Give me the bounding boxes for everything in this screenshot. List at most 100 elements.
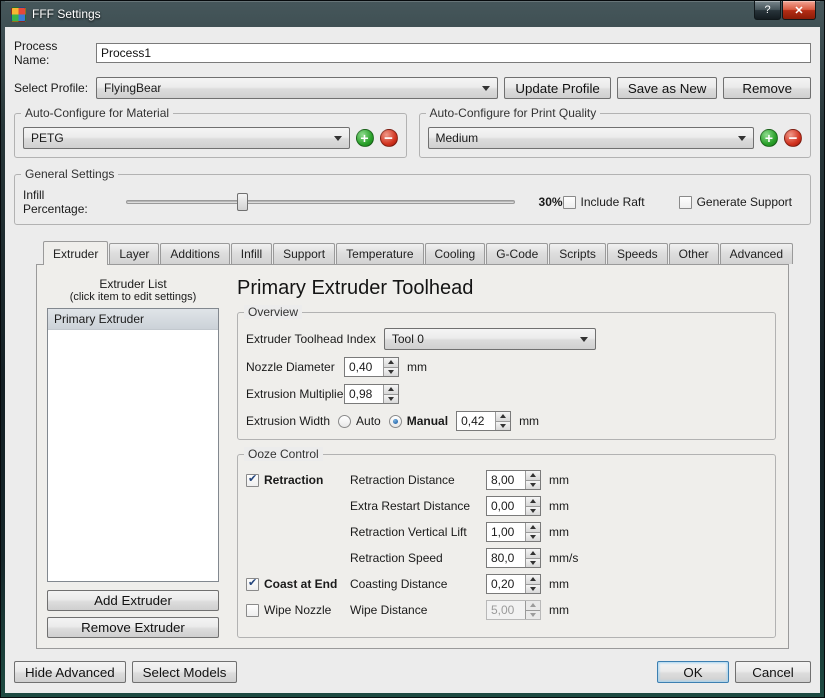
generate-support-checkbox[interactable]: Generate Support: [679, 195, 792, 209]
ooze-control-group: Ooze Control ✔ Retraction Retraction Dis…: [237, 454, 776, 638]
add-material-button[interactable]: +: [356, 129, 374, 147]
extruder-list-column: Extruder List (click item to edit settin…: [47, 277, 219, 638]
close-button[interactable]: ✕: [782, 1, 816, 20]
plus-icon: +: [360, 131, 368, 145]
spin-down-button: [526, 610, 540, 620]
tab-advanced[interactable]: Advanced: [720, 243, 793, 264]
tab-additions[interactable]: Additions: [160, 243, 229, 264]
wipe-nozzle-checkbox[interactable]: Wipe Nozzle: [246, 603, 350, 617]
spin-down-button[interactable]: [384, 367, 398, 377]
coasting-distance-label: Coasting Distance: [350, 577, 486, 591]
tab-cooling[interactable]: Cooling: [425, 243, 486, 264]
retraction-distance-spinbox[interactable]: 8,00: [486, 470, 541, 490]
coast-at-end-checkbox[interactable]: ✔ Coast at End: [246, 577, 350, 591]
check-icon: ✔: [248, 472, 257, 485]
titlebar[interactable]: FFF Settings ? ✕: [5, 1, 820, 27]
spin-up-button[interactable]: [526, 471, 540, 480]
spin-up-button[interactable]: [526, 497, 540, 506]
arrow-up-icon: [530, 551, 536, 555]
tab-temperature[interactable]: Temperature: [336, 243, 423, 264]
select-models-button[interactable]: Select Models: [132, 661, 238, 683]
unit-label: mm: [549, 577, 569, 591]
retraction-checkbox[interactable]: ✔ Retraction: [246, 473, 350, 487]
retraction-vertical-lift-spinbox[interactable]: 1,00: [486, 522, 541, 542]
coasting-distance-spinbox[interactable]: 0,20: [486, 574, 541, 594]
spin-down-button[interactable]: [526, 480, 540, 490]
auto-material-group: Auto-Configure for Material PETG + −: [14, 113, 407, 158]
remove-material-button[interactable]: −: [380, 129, 398, 147]
retraction-speed-spinbox[interactable]: 80,0: [486, 548, 541, 568]
tab-infill[interactable]: Infill: [231, 243, 272, 264]
arrow-down-icon: [530, 509, 536, 513]
overview-title: Overview: [244, 305, 302, 319]
process-name-input[interactable]: [96, 43, 811, 63]
infill-slider-handle[interactable]: [237, 193, 248, 211]
tab-speeds[interactable]: Speeds: [607, 243, 668, 264]
spin-down-button[interactable]: [526, 506, 540, 516]
include-raft-checkbox[interactable]: Include Raft: [563, 195, 645, 209]
extrusion-width-spinbox[interactable]: 0,42: [456, 411, 511, 431]
spin-down-button[interactable]: [526, 558, 540, 568]
unit-label: mm: [549, 499, 569, 513]
extra-restart-distance-spinbox[interactable]: 0,00: [486, 496, 541, 516]
list-item[interactable]: Primary Extruder: [48, 309, 218, 330]
remove-extruder-button[interactable]: Remove Extruder: [47, 617, 219, 638]
help-button[interactable]: ?: [754, 1, 781, 20]
arrow-up-icon: [530, 499, 536, 503]
quality-select[interactable]: Medium: [428, 127, 755, 149]
unit-label: mm/s: [549, 551, 578, 565]
hide-advanced-button[interactable]: Hide Advanced: [14, 661, 126, 683]
auto-material-title: Auto-Configure for Material: [21, 106, 173, 120]
checkbox-box: [563, 196, 576, 209]
tab-other[interactable]: Other: [669, 243, 719, 264]
process-name-label: Process Name:: [14, 39, 96, 67]
arrow-up-icon: [530, 525, 536, 529]
extrusion-width-manual-radio[interactable]: Manual: [389, 414, 448, 428]
auto-quality-group: Auto-Configure for Print Quality Medium …: [419, 113, 812, 158]
chevron-down-icon: [482, 86, 490, 91]
tab-scripts[interactable]: Scripts: [549, 243, 606, 264]
slider-track[interactable]: [126, 200, 515, 204]
remove-quality-button[interactable]: −: [784, 129, 802, 147]
tab-gcode[interactable]: G-Code: [486, 243, 548, 264]
spin-up-button[interactable]: [496, 412, 510, 421]
tab-layer[interactable]: Layer: [109, 243, 159, 264]
save-as-new-button[interactable]: Save as New: [617, 77, 718, 99]
material-select[interactable]: PETG: [23, 127, 350, 149]
nozzle-diameter-label: Nozzle Diameter: [246, 360, 344, 374]
profile-select[interactable]: FlyingBear: [96, 77, 498, 99]
arrow-down-icon: [530, 561, 536, 565]
spin-down-button[interactable]: [526, 584, 540, 594]
arrow-up-icon: [530, 577, 536, 581]
toolhead-index-select[interactable]: Tool 0: [384, 328, 596, 350]
unit-label: mm: [407, 360, 427, 374]
tab-support[interactable]: Support: [273, 243, 335, 264]
spin-up-button[interactable]: [384, 385, 398, 394]
cancel-button[interactable]: Cancel: [735, 661, 811, 683]
spin-down-button[interactable]: [384, 394, 398, 404]
infill-percentage-label: Infill Percentage:: [23, 188, 112, 216]
extruder-list-title: Extruder List: [47, 277, 219, 291]
spin-up-button[interactable]: [384, 358, 398, 367]
unit-label: mm: [549, 603, 569, 617]
add-quality-button[interactable]: +: [760, 129, 778, 147]
extrusion-width-auto-radio[interactable]: Auto: [338, 414, 381, 428]
spin-up-button[interactable]: [526, 575, 540, 584]
spin-down-button[interactable]: [496, 421, 510, 431]
spin-up-button[interactable]: [526, 523, 540, 532]
extruder-listbox[interactable]: Primary Extruder: [47, 308, 219, 582]
spin-down-button[interactable]: [526, 532, 540, 542]
extrusion-multiplier-spinbox[interactable]: 0,98: [344, 384, 399, 404]
add-extruder-button[interactable]: Add Extruder: [47, 590, 219, 611]
nozzle-diameter-spinbox[interactable]: 0,40: [344, 357, 399, 377]
update-profile-button[interactable]: Update Profile: [504, 77, 610, 99]
settings-tabwidget: Extruder Layer Additions Infill Support …: [36, 241, 789, 649]
arrow-up-icon: [388, 360, 394, 364]
infill-slider[interactable]: [126, 192, 515, 212]
checkbox-box: [246, 604, 259, 617]
tab-extruder[interactable]: Extruder: [43, 241, 108, 265]
remove-profile-button[interactable]: Remove: [723, 77, 811, 99]
extra-restart-distance-label: Extra Restart Distance: [350, 499, 486, 513]
ok-button[interactable]: OK: [657, 661, 729, 683]
spin-up-button[interactable]: [526, 549, 540, 558]
